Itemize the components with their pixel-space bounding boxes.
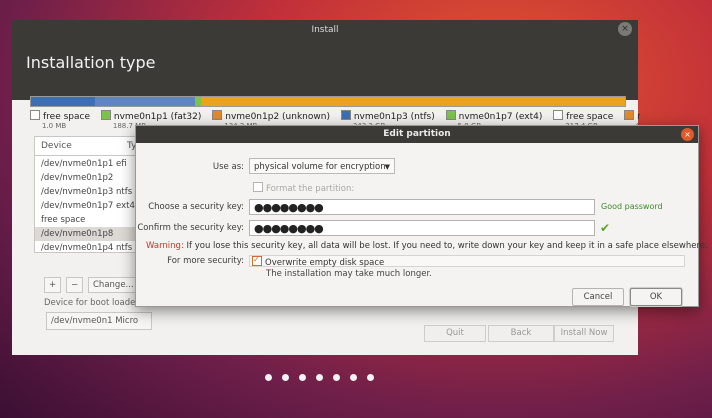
password-strength: Good password <box>601 202 663 211</box>
legend-swatch <box>212 110 223 120</box>
change-partition-button[interactable]: Change... <box>88 277 139 293</box>
choose-key-label: Choose a security key: <box>148 202 244 212</box>
legend-label: nv <box>637 112 640 122</box>
progress-dot <box>265 374 272 381</box>
page-title: Installation type <box>26 53 156 72</box>
use-as-label: Use as: <box>212 162 244 172</box>
use-as-select[interactable]: physical volume for encryption ▼ <box>249 158 395 174</box>
table-row[interactable]: /dev/nvme0n1p3 ntfs <box>35 185 149 199</box>
bootloader-label: Device for boot loader in <box>44 298 150 308</box>
checkbox-icon <box>253 182 263 192</box>
progress-dot <box>350 374 357 381</box>
partition-table: Device Type /dev/nvme0n1p1 efi /dev/nvme… <box>34 136 150 253</box>
legend-label: free space <box>566 112 614 122</box>
table-row[interactable]: /dev/nvme0n1p1 efi <box>35 157 149 171</box>
table-header: Device Type <box>35 137 149 156</box>
more-security-label: For more security: <box>167 256 244 266</box>
quit-button[interactable]: Quit <box>424 325 486 342</box>
confirm-key-label: Confirm the security key: <box>137 223 244 233</box>
confirm-key-input[interactable]: ●●●●●●●● <box>249 220 595 236</box>
progress-dot <box>367 374 374 381</box>
legend-size: 1.0 MB <box>42 122 67 130</box>
progress-dots <box>265 374 384 384</box>
cancel-button[interactable]: Cancel <box>572 288 624 306</box>
progress-dot <box>299 374 306 381</box>
installer-titlebar: Install <box>12 20 638 40</box>
table-row-selected[interactable]: /dev/nvme0n1p8 <box>35 227 149 241</box>
legend-label: nvme0n1p2 (unknown) <box>225 112 330 122</box>
edit-partition-dialog: Edit partition × Use as: physical volume… <box>135 125 708 307</box>
remove-partition-button[interactable]: − <box>66 277 84 293</box>
bootloader-select[interactable]: /dev/nvme0n1 Micro <box>46 312 152 330</box>
legend-swatch <box>100 110 111 120</box>
ok-button[interactable]: OK <box>630 288 682 306</box>
check-icon: ✔ <box>600 221 611 235</box>
format-partition-checkbox[interactable]: Format the partition: <box>253 182 354 194</box>
progress-dot <box>282 374 289 381</box>
add-partition-button[interactable]: + <box>44 277 62 293</box>
legend-label: nvme0n1p1 (fat32) <box>113 112 202 122</box>
legend-swatch <box>445 110 456 120</box>
table-buttons: + − Change... <box>44 277 141 293</box>
table-row[interactable]: /dev/nvme0n1p7 ext4 <box>35 199 149 213</box>
use-as-value: physical volume for encryption <box>254 162 386 172</box>
progress-dot <box>333 374 340 381</box>
warning-body: If you lose this security key, all data … <box>183 241 708 251</box>
legend-label: free space <box>43 112 91 122</box>
legend-swatch <box>30 110 40 120</box>
legend-swatch <box>624 110 635 120</box>
back-button[interactable]: Back <box>488 325 554 342</box>
partition-bar-segment <box>195 97 201 106</box>
overwrite-checkbox[interactable]: Overwrite empty disk space <box>249 254 685 268</box>
legend-swatch <box>340 110 351 120</box>
partition-bar-segment <box>95 97 195 106</box>
overwrite-label: Overwrite empty disk space <box>265 258 385 268</box>
format-partition-label: Format the partition: <box>266 184 355 194</box>
takes-longer-note: The installation may take much longer. <box>266 269 432 279</box>
checkbox-checked-icon <box>252 254 262 266</box>
chevron-down-icon: ▼ <box>384 163 390 171</box>
installer-close-icon[interactable]: × <box>618 22 632 36</box>
column-header-device[interactable]: Device <box>41 137 72 155</box>
close-icon[interactable]: × <box>681 128 694 141</box>
legend-label: nvme0n1p3 (ntfs) <box>353 112 435 122</box>
warning-prefix: Warning: <box>146 241 184 251</box>
warning-text: Warning: If you lose this security key, … <box>146 241 708 251</box>
table-row[interactable]: free space <box>35 213 149 227</box>
partition-bar-segment <box>31 97 95 106</box>
dialog-title: Edit partition <box>136 126 698 143</box>
legend-label: nvme0n1p7 (ext4) <box>458 112 543 122</box>
table-row[interactable]: /dev/nvme0n1p2 <box>35 171 149 185</box>
security-key-input[interactable]: ●●●●●●●● <box>249 199 595 215</box>
legend-swatch <box>553 110 564 120</box>
legend-item: free space 1.0 MB <box>30 110 90 130</box>
partition-bar <box>30 96 626 107</box>
install-now-button[interactable]: Install Now <box>554 325 614 342</box>
table-row[interactable]: /dev/nvme0n1p4 ntfs <box>35 241 149 252</box>
progress-dot <box>316 374 323 381</box>
